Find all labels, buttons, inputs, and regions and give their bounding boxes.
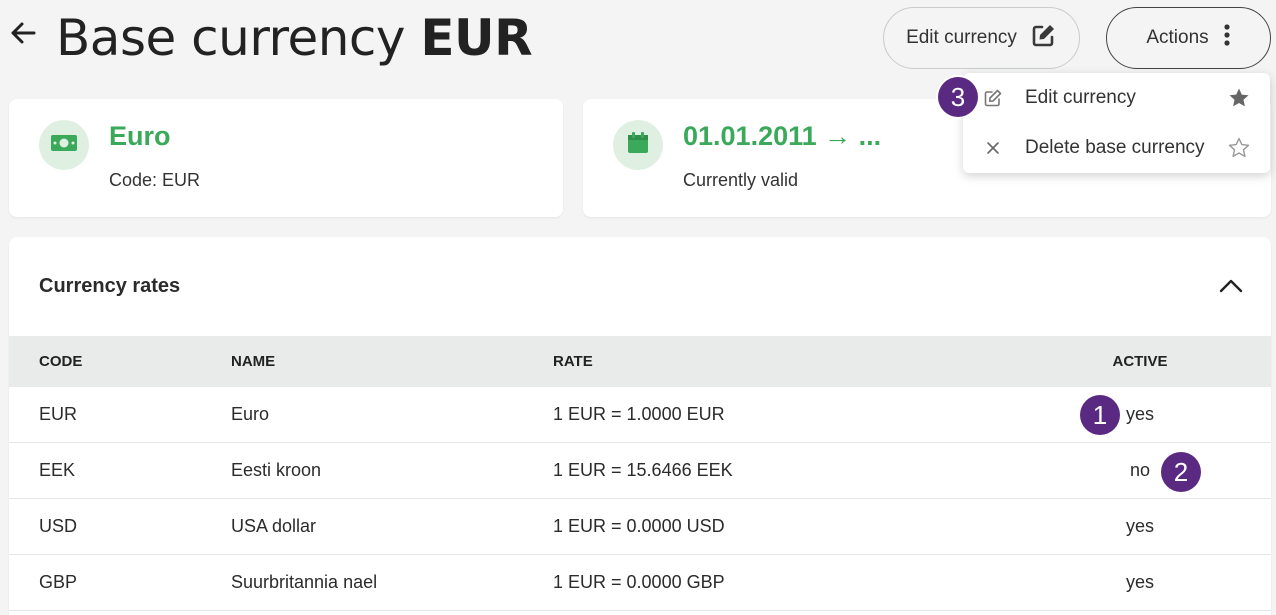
currency-rates-panel: Currency rates CODE NAME RATE ACTIVE EUR…: [9, 237, 1271, 615]
validity-status: Currently valid: [683, 170, 799, 190]
menu-item-label: Delete base currency: [1025, 137, 1205, 158]
edit-currency-button[interactable]: Edit currency: [883, 7, 1080, 69]
cell-name: Eesti kroon: [231, 460, 322, 480]
annotation-marker-3: 3: [938, 77, 978, 117]
cell-rate: 1 EUR = 0.0000 USD: [553, 516, 725, 536]
menu-item-edit-currency[interactable]: Edit currency: [963, 73, 1270, 123]
cell-rate: 1 EUR = 1.0000 EUR: [553, 404, 725, 424]
banknote-icon: [50, 133, 78, 158]
table-row[interactable]: EEK Eesti kroon 1 EUR = 15.6466 EEK no: [9, 443, 1271, 499]
actions-button[interactable]: Actions: [1106, 7, 1271, 69]
cell-name: Euro: [231, 404, 270, 424]
cell-active: yes: [1125, 516, 1154, 536]
page-title-prefix: Base currency: [56, 9, 406, 67]
annotation-marker-1: 1: [1080, 395, 1120, 435]
cell-name: USA dollar: [231, 516, 317, 536]
column-header-name[interactable]: NAME: [231, 353, 275, 370]
column-header-active[interactable]: ACTIVE: [1099, 353, 1181, 370]
cell-code: GBP: [39, 572, 78, 592]
cell-code: EUR: [39, 404, 78, 424]
column-header-code[interactable]: CODE: [39, 353, 82, 370]
edit-currency-button-label: Edit currency: [906, 27, 1017, 48]
money-icon-circle: [39, 120, 89, 170]
menu-item-label: Edit currency: [1025, 87, 1136, 108]
currency-name: Euro: [109, 121, 171, 151]
page-header: Base currency EUR Edit currency Actions: [0, 0, 1276, 80]
edit-icon: [1031, 22, 1057, 54]
currency-rates-table: CODE NAME RATE ACTIVE EUR Euro 1 EUR = 1…: [9, 336, 1271, 611]
calendar-icon-circle: [613, 120, 663, 170]
currency-card: Euro Code: EUR: [9, 99, 563, 217]
edit-icon: [983, 88, 1003, 108]
page-title-code: EUR: [420, 9, 533, 67]
chevron-up-icon[interactable]: [1215, 273, 1247, 299]
cell-active: yes: [1125, 572, 1154, 592]
cell-code: EEK: [39, 460, 76, 480]
star-filled-icon[interactable]: [1227, 86, 1251, 110]
star-outline-icon[interactable]: [1227, 136, 1251, 160]
close-icon: [983, 138, 1003, 158]
calendar-icon: [626, 131, 650, 160]
table-header: CODE NAME RATE ACTIVE: [9, 336, 1271, 387]
cell-code: USD: [39, 516, 78, 536]
actions-dropdown-menu: Edit currency Delete base currency: [963, 73, 1270, 173]
column-header-rate[interactable]: RATE: [553, 353, 593, 370]
back-arrow-icon[interactable]: [8, 18, 38, 48]
menu-item-delete-base-currency[interactable]: Delete base currency: [963, 123, 1270, 173]
more-vertical-icon: [1223, 23, 1231, 53]
annotation-marker-2: 2: [1161, 452, 1201, 492]
cell-rate: 1 EUR = 15.6466 EEK: [553, 460, 733, 480]
currency-code-text: Code: EUR: [109, 170, 201, 190]
currency-rates-title: Currency rates: [39, 275, 181, 297]
table-row[interactable]: USD USA dollar 1 EUR = 0.0000 USD yes: [9, 499, 1271, 555]
actions-button-label: Actions: [1146, 27, 1209, 48]
cell-name: Suurbritannia nael: [231, 572, 378, 592]
page-title: Base currency EUR: [56, 6, 533, 70]
validity-period: 01.01.2011 → ...: [683, 121, 882, 151]
table-row[interactable]: GBP Suurbritannia nael 1 EUR = 0.0000 GB…: [9, 555, 1271, 611]
cell-rate: 1 EUR = 0.0000 GBP: [553, 572, 725, 592]
